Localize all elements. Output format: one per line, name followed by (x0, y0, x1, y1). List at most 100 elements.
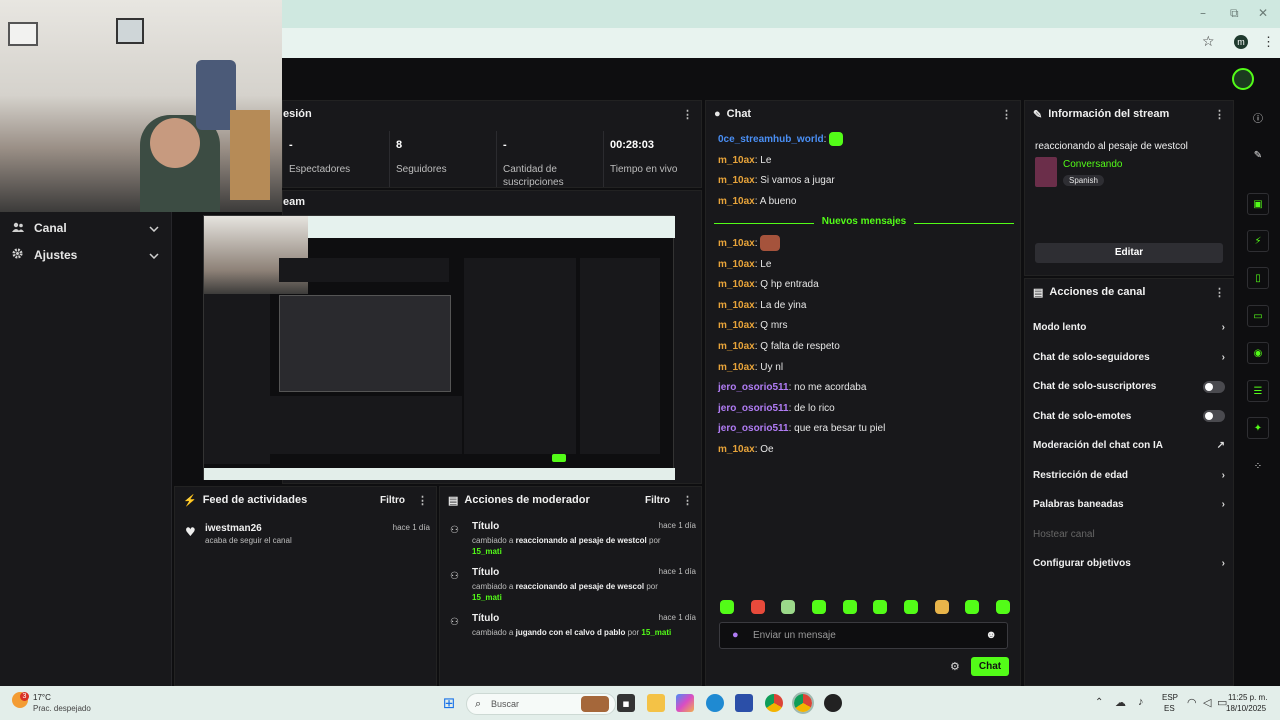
chat-bubble-icon: ● (714, 108, 721, 120)
list-item: ⚇ Título cambiado a reaccionando al pesa… (450, 567, 696, 611)
task-view-icon[interactable]: ▪ (617, 694, 635, 712)
action-subscribers-only[interactable]: Chat de solo-suscriptores (1025, 372, 1233, 402)
chat-message: m_10ax: La de yina (718, 299, 807, 311)
user-edit-icon: ⚇ (450, 571, 459, 582)
store-icon[interactable] (735, 694, 753, 712)
chevron-right-icon: › (1221, 322, 1225, 334)
action-slow-mode[interactable]: Modo lento › (1025, 313, 1233, 343)
activity-filter-button[interactable]: Filtro (380, 495, 405, 506)
app-icon[interactable] (824, 694, 842, 712)
chat-message: m_10ax: Q falta de respeto (718, 340, 840, 352)
emote-icon[interactable] (965, 600, 980, 614)
emoji-icon[interactable]: ☻ (985, 629, 997, 641)
emote-icon[interactable] (903, 600, 918, 614)
emote-icon (829, 132, 844, 147)
copilot-icon[interactable] (676, 694, 694, 712)
chrome-icon[interactable] (765, 694, 783, 712)
apps-icon[interactable]: ⁘ (1247, 455, 1269, 477)
emote-icon[interactable] (781, 600, 796, 614)
browser-menu-icon[interactable]: ⋮ (1262, 34, 1275, 50)
user-edit-icon: ⚇ (450, 617, 459, 628)
stream-title: reaccionando al pesaje de westcol (1035, 141, 1188, 152)
chat-message: m_10ax: A bueno (718, 195, 797, 207)
action-configure-goals[interactable]: Configurar objetivos › (1025, 549, 1233, 579)
close-button[interactable]: ✕ (1258, 6, 1268, 20)
more-options-icon[interactable]: ⋮ (1001, 108, 1012, 121)
user-avatar[interactable] (1232, 68, 1254, 90)
sidebar-item-ajustes[interactable]: Ajustes (0, 241, 171, 268)
stat-live-time: 00:28:03 Tiempo en vivo (610, 139, 678, 175)
chevron-right-icon: › (1221, 499, 1225, 511)
info-icon[interactable]: ⓘ (1247, 106, 1269, 128)
document-icon[interactable]: ▯ (1247, 267, 1269, 289)
language-line1[interactable]: ESP (1162, 693, 1178, 702)
action-emotes-only[interactable]: Chat de solo-emotes (1025, 402, 1233, 432)
chat-send-button[interactable]: Chat (971, 657, 1009, 676)
mod-action-title: Título (472, 567, 500, 578)
mod-action-time: hace 1 día (658, 613, 696, 622)
microphone-icon[interactable]: ♪ (1138, 696, 1144, 708)
clip-icon[interactable]: ▣ (1247, 193, 1269, 215)
stream-preview-title: eam (283, 196, 306, 208)
chevron-up-icon[interactable]: ⌃ (1095, 697, 1103, 708)
more-options-icon[interactable]: ⋮ (682, 108, 693, 121)
more-options-icon[interactable]: ⋮ (417, 494, 428, 507)
pencil-icon[interactable]: ✎ (1247, 144, 1269, 166)
chrome-active-icon[interactable] (792, 692, 814, 714)
emote-icon[interactable] (995, 600, 1010, 614)
chat-message: m_10ax: Le (718, 154, 772, 166)
action-followers-only[interactable]: Chat de solo-seguidores › (1025, 343, 1233, 373)
activity-text: acaba de seguir el canal (205, 536, 292, 545)
broadcast-icon[interactable]: ◉ (1247, 342, 1269, 364)
emote-icon[interactable] (934, 600, 949, 614)
action-banned-words[interactable]: Palabras baneadas › (1025, 490, 1233, 520)
windows-start-icon[interactable]: ⊞ (440, 694, 458, 712)
stream-info-title: Información del stream (1048, 108, 1170, 120)
action-age-restriction[interactable]: Restricción de edad › (1025, 461, 1233, 491)
more-options-icon[interactable]: ⋮ (1214, 108, 1225, 121)
webcam-overlay (0, 0, 282, 212)
volume-icon[interactable]: ◁ (1203, 696, 1211, 709)
wifi-icon[interactable]: ◠ (1187, 696, 1197, 709)
restore-button[interactable]: ⧉ (1230, 6, 1239, 21)
sidebar-item-canal[interactable]: Canal (0, 214, 171, 241)
chat-settings-icon[interactable]: ⚙ (950, 660, 960, 673)
mod-filter-button[interactable]: Filtro (645, 495, 670, 506)
action-ai-moderation[interactable]: Moderación del chat con IA ↗ (1025, 431, 1233, 461)
more-options-icon[interactable]: ⋮ (682, 494, 693, 507)
edit-button[interactable]: Editar (1035, 243, 1223, 263)
emote-icon[interactable] (873, 600, 888, 614)
emote-icon[interactable] (842, 600, 857, 614)
bookmark-star-icon[interactable]: ☆ (1202, 34, 1215, 50)
profile-avatar[interactable]: m (1234, 35, 1248, 49)
clock-date[interactable]: 18/10/2025 (1226, 704, 1266, 713)
chat-message: jero_osorio511: no me acordaba (718, 382, 867, 394)
clock-time[interactable]: 11:25 p. m. (1228, 693, 1267, 702)
category-link[interactable]: Conversando (1063, 159, 1122, 170)
emote-icon[interactable] (720, 600, 734, 614)
more-options-icon[interactable]: ⋮ (1214, 286, 1225, 299)
emote-icon[interactable] (750, 600, 765, 614)
mod-action-detail: cambiado a reaccionando al pesaje de wes… (472, 582, 658, 602)
chat-input[interactable]: ● Enviar un mensaje ☻ (719, 622, 1008, 649)
mod-action-detail: cambiado a jugando con el calvo d pablo … (472, 628, 672, 637)
wrench-icon[interactable]: ✦ (1247, 417, 1269, 439)
microphone-icon[interactable]: ● (732, 629, 739, 641)
toggle-switch[interactable] (1203, 380, 1225, 393)
emote-icon[interactable] (811, 600, 826, 614)
chevron-right-icon: › (1221, 469, 1225, 481)
edge-icon[interactable] (706, 694, 724, 712)
file-explorer-icon[interactable] (647, 694, 665, 712)
lightning-icon[interactable]: ⚡ (1247, 230, 1269, 252)
taskbar-search[interactable]: ⌕ Buscar (466, 693, 616, 715)
language-badge: Spanish (1063, 175, 1104, 186)
chat-message: 0ce_streamhub_world: (705, 130, 1021, 151)
minimize-button[interactable]: – (1200, 6, 1206, 20)
layout-icon[interactable]: ☰ (1247, 380, 1269, 402)
chat-bubble-icon[interactable]: ▭ (1247, 305, 1269, 327)
language-line2[interactable]: ES (1164, 704, 1175, 713)
cloud-icon[interactable]: ☁ (1115, 696, 1126, 709)
stream-video[interactable] (203, 215, 675, 480)
chevron-down-icon (149, 221, 159, 235)
toggle-switch[interactable] (1203, 410, 1225, 423)
